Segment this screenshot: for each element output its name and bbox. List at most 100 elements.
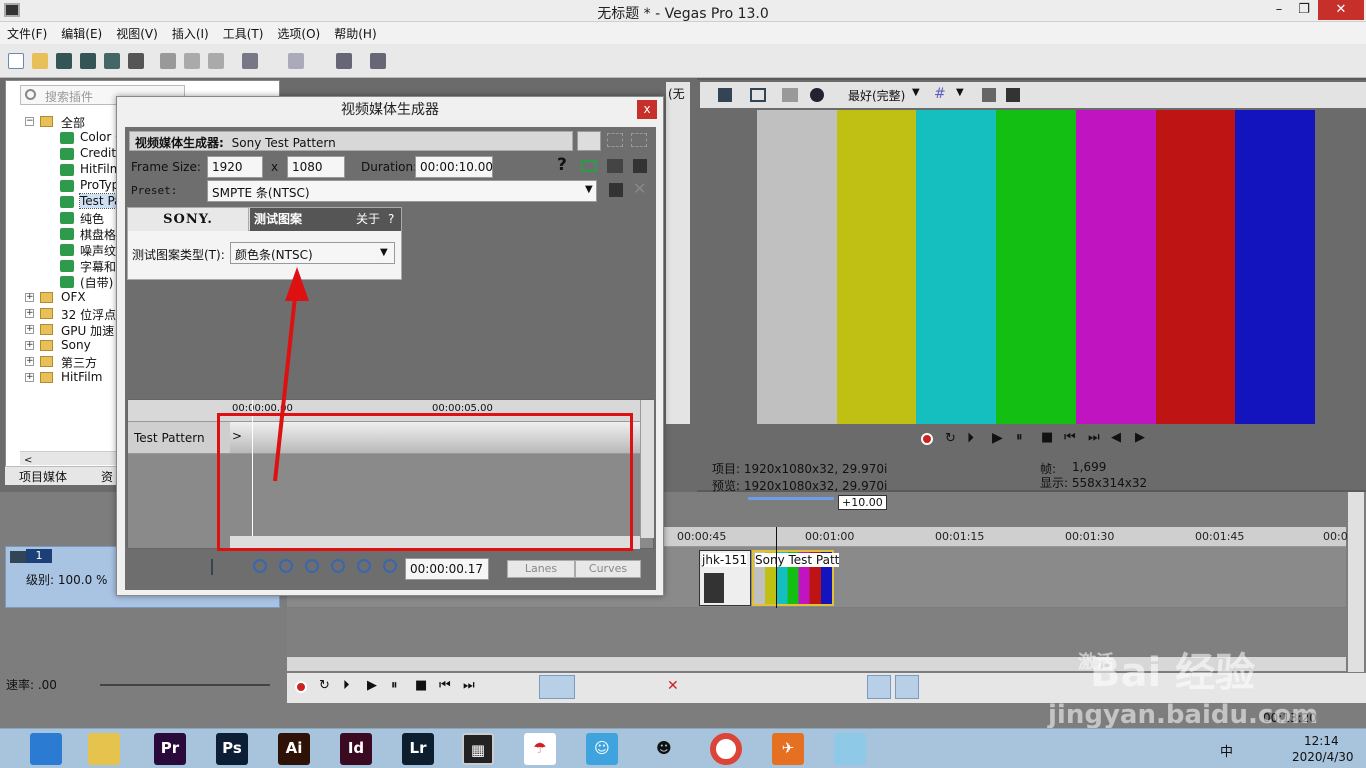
close-button[interactable]: ✕ [1318,0,1364,20]
menu-tools[interactable]: 工具(T) [216,22,271,45]
height-input[interactable]: 1080 [287,156,345,178]
project-properties-icon[interactable] [718,88,732,102]
expand-icon[interactable]: + [25,357,34,366]
chevron-down-icon[interactable]: ▼ [585,184,593,195]
save-icon[interactable] [607,159,623,173]
play-icon[interactable]: ▶ [992,430,1003,446]
taskbar-app-icon[interactable]: Ps [216,733,248,765]
duration-input[interactable]: 00:00:10.00 [415,156,493,178]
delete-keyframe-icon[interactable] [331,559,345,573]
about-link[interactable]: 关于 [356,208,380,231]
auto-ripple-icon[interactable] [867,675,891,699]
prev-frame-icon[interactable]: ◀ [1111,430,1121,445]
width-input[interactable]: 1920 [207,156,263,178]
umbrella-app-icon[interactable]: ☂ [524,733,556,765]
chevron-down-icon[interactable]: ▼ [912,87,920,98]
record-icon[interactable] [921,433,933,445]
open-folder-icon[interactable] [32,53,48,69]
menu-insert[interactable]: 插入(I) [165,22,216,45]
vertical-scrollbar[interactable] [1348,492,1364,672]
menu-edit[interactable]: 编辑(E) [54,22,109,45]
loop-icon[interactable]: ↻ [945,431,956,446]
split-screen-icon[interactable] [810,88,824,102]
sync-cursor-icon[interactable] [211,559,225,575]
grid-view-icon[interactable] [607,133,623,147]
new-icon[interactable] [8,53,24,69]
list-view-icon[interactable] [577,131,601,151]
play-icon[interactable]: ▶ [367,678,377,693]
first-keyframe-icon[interactable] [253,559,267,573]
properties-icon[interactable] [128,53,144,69]
fox-app-icon[interactable]: ✈ [772,733,804,765]
copy-snapshot-icon[interactable] [982,88,996,102]
delete-icon[interactable]: ✕ [667,678,679,694]
taskbar-app-icon[interactable]: Ai [278,733,310,765]
scroll-left-icon[interactable]: < [20,455,32,466]
expand-icon[interactable]: + [25,293,34,302]
properties-icon[interactable] [633,159,647,173]
menu-file[interactable]: 文件(F) [0,22,54,45]
save-icon[interactable] [56,53,72,69]
chrome-icon[interactable] [710,733,742,765]
delete-preset-icon[interactable]: ✕ [633,179,646,198]
next-frame-icon[interactable]: ▶ [1135,430,1145,445]
stop-icon[interactable]: ■ [1041,430,1053,445]
taskbar-app-icon[interactable]: Id [340,733,372,765]
go-to-end-icon[interactable]: ⏭ [1088,430,1100,445]
enable-snapping-icon[interactable] [336,53,352,69]
dialog-close-button[interactable]: x [637,100,657,119]
menu-help[interactable]: 帮助(H) [327,22,383,45]
pause-icon[interactable]: ⏸ [1016,430,1023,445]
tab-test-pattern[interactable]: 测试图案 关于 ? [250,208,401,231]
record-icon[interactable] [295,681,307,693]
help-icon[interactable]: ? [557,155,567,175]
ime-indicator[interactable]: 中 [1220,741,1233,760]
pause-icon[interactable]: ⏸ [391,678,398,693]
save-preset-icon[interactable] [609,183,623,197]
keyframe-icon[interactable] [581,160,597,172]
preview-quality-select[interactable]: 最好(完整) [848,87,905,104]
go-to-end-icon[interactable]: ⏭ [463,678,475,693]
save-snapshot-icon[interactable] [1006,88,1020,102]
expand-icon[interactable]: + [25,341,34,350]
clock-date[interactable]: 2020/4/30 [1292,750,1354,764]
rate-slider[interactable] [100,684,270,686]
restore-button[interactable]: ❐ [1290,0,1318,20]
clock-time[interactable]: 12:14 [1304,734,1339,748]
notes-app-icon[interactable] [834,733,866,765]
taskbar-app-icon[interactable]: Pr [154,733,186,765]
expand-icon[interactable]: + [25,309,34,318]
add-keyframe-icon[interactable] [305,559,319,573]
taskbar-app-icon[interactable] [30,733,62,765]
clip-jhk[interactable]: jhk-151 [699,550,751,606]
taskbar-app-icon[interactable]: Lr [402,733,434,765]
stop-icon[interactable]: ■ [415,678,427,693]
next-keyframe-icon[interactable] [357,559,371,573]
tab-explorer[interactable]: 资 [101,468,113,485]
menu-view[interactable]: 视图(V) [109,22,165,45]
what-is-this-icon[interactable] [370,53,386,69]
paste-icon[interactable] [208,53,224,69]
zoom-slider[interactable] [748,497,834,500]
keyframe-time-input[interactable]: 00:00:00.17 [405,558,489,580]
go-to-start-icon[interactable]: ⏮ [439,678,451,693]
go-to-start-icon[interactable]: ⏮ [1064,430,1076,445]
loop-icon[interactable]: ↻ [319,678,330,693]
external-monitor-icon[interactable] [750,88,766,102]
video-fx-icon[interactable] [782,88,798,102]
expand-icon[interactable]: + [25,325,34,334]
chevron-down-icon[interactable]: ▼ [380,247,388,258]
render-icon[interactable] [104,53,120,69]
side-tab-label[interactable]: (无 [668,85,685,102]
chevron-down-icon[interactable]: ▼ [956,87,964,98]
redo-icon[interactable] [288,53,304,69]
play-from-start-icon[interactable]: ⏵ [343,678,350,693]
thumbnail-view-icon[interactable] [631,133,647,147]
expand-icon[interactable]: + [25,373,34,382]
tencent-app-icon[interactable]: ☺ [586,733,618,765]
collapse-icon[interactable]: − [25,117,34,126]
lanes-button[interactable]: Lanes [507,560,575,578]
undo-icon[interactable] [242,53,258,69]
last-keyframe-icon[interactable] [383,559,397,573]
taskbar-app-icon[interactable] [88,733,120,765]
